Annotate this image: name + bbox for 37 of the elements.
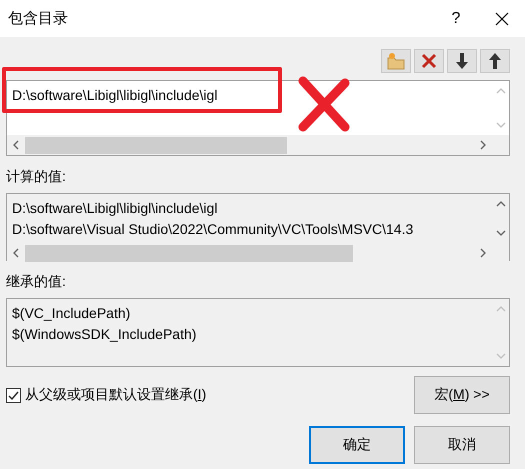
inherited-label: 继承的值: <box>6 273 67 291</box>
arrow-down-icon <box>455 52 469 70</box>
horizontal-scrollbar[interactable] <box>7 243 509 263</box>
directory-list[interactable]: D:\software\Libigl\libigl\include\igl <box>6 80 510 156</box>
new-folder-icon <box>386 52 406 70</box>
scroll-right-icon[interactable] <box>479 140 487 150</box>
horizontal-scrollbar[interactable] <box>7 135 509 155</box>
annotation-cross-drawing <box>297 75 351 133</box>
delete-icon <box>420 52 438 70</box>
path-line: $(VC_IncludePath) <box>12 304 132 323</box>
down-button[interactable] <box>447 49 477 73</box>
scroll-down-icon[interactable] <box>496 229 506 237</box>
inherit-label: 从父级或项目默认设置继承(I) <box>25 386 206 404</box>
scroll-right-icon[interactable] <box>479 248 487 258</box>
inherit-checkbox[interactable] <box>6 388 21 402</box>
computed-list[interactable]: D:\software\Libigl\libigl\include\igl D:\software\Visual Studio\2022\Community\VC\Tools\MSVC\14.3 <box>6 193 510 261</box>
ok-button[interactable]: 确定 <box>309 426 405 464</box>
scrollbar-thumb[interactable] <box>25 136 287 154</box>
scroll-up-icon[interactable] <box>496 200 506 208</box>
cancel-button[interactable]: 取消 <box>414 426 510 464</box>
path-line: D:\software\Libigl\libigl\include\igl <box>12 199 218 218</box>
new-folder-button[interactable] <box>381 49 411 73</box>
inherited-list[interactable]: $(VC_IncludePath) $(WindowsSDK_IncludePath) <box>6 298 510 367</box>
scrollbar-thumb[interactable] <box>25 244 353 262</box>
scroll-left-icon[interactable] <box>12 248 20 258</box>
close-icon <box>495 12 509 26</box>
macro-button[interactable]: 宏(M) >> <box>414 376 510 414</box>
path-line: D:\software\Libigl\libigl\include\igl <box>12 86 218 105</box>
path-line: $(WindowsSDK_IncludePath) <box>12 325 198 344</box>
scroll-left-icon[interactable] <box>12 140 20 150</box>
delete-button[interactable] <box>414 49 444 73</box>
path-line: D:\software\Visual Studio\2022\Community\VC\Tools\MSVC\14.3 <box>12 220 414 239</box>
window-title: 包含目录 <box>8 9 69 28</box>
up-button[interactable] <box>480 49 510 73</box>
help-button[interactable]: ? <box>433 0 479 37</box>
arrow-up-icon <box>488 52 502 70</box>
computed-label: 计算的值: <box>6 168 67 186</box>
